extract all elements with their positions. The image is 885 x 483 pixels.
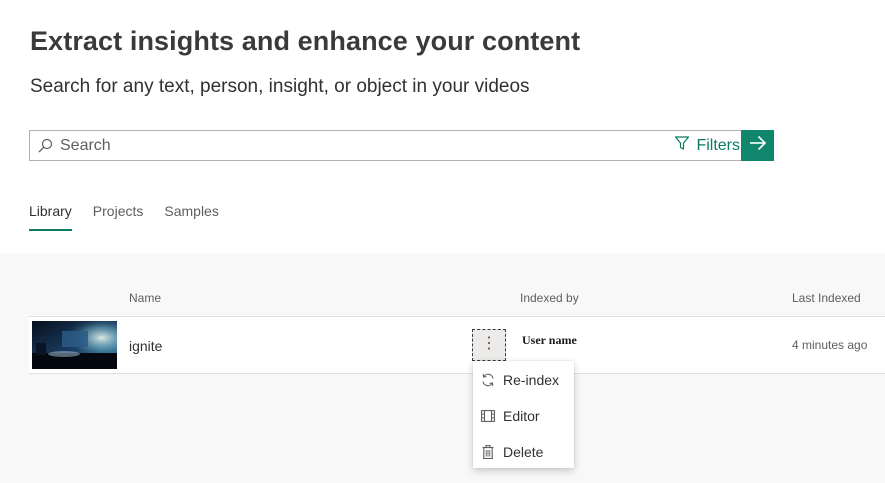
more-options-button[interactable] [472, 329, 506, 361]
filter-icon [674, 135, 690, 156]
refresh-icon [481, 373, 495, 387]
video-name[interactable]: ignite [129, 338, 162, 354]
indexed-by-user: User name [522, 333, 577, 347]
page-subtitle: Search for any text, person, insight, or… [30, 76, 530, 97]
menu-item-editor[interactable]: Editor [473, 398, 574, 434]
search-submit-button[interactable] [741, 130, 774, 161]
menu-item-delete[interactable]: Delete [473, 434, 574, 470]
menu-item-label: Delete [503, 444, 544, 460]
search-input[interactable] [60, 131, 660, 160]
filters-label: Filters [696, 136, 740, 154]
video-thumbnail[interactable] [32, 321, 117, 369]
search-icon [30, 131, 60, 160]
arrow-right-icon [749, 135, 767, 156]
column-header-last-indexed[interactable]: Last Indexed [792, 291, 861, 305]
tab-projects[interactable]: Projects [93, 203, 144, 231]
search-bar: Filters [29, 130, 774, 161]
filters-button[interactable]: Filters [674, 131, 740, 160]
film-icon [481, 409, 495, 423]
menu-item-label: Editor [503, 408, 540, 424]
tab-samples[interactable]: Samples [164, 203, 218, 231]
tab-library[interactable]: Library [29, 203, 72, 231]
video-list: Name Indexed by Last Indexed ignite User… [0, 253, 885, 483]
tab-list: Library Projects Samples [29, 203, 219, 231]
table-row[interactable]: ignite User name 4 minutes ago [29, 316, 885, 374]
column-header-name[interactable]: Name [129, 291, 161, 305]
column-header-indexed-by[interactable]: Indexed by [520, 291, 579, 305]
more-vertical-icon [487, 335, 491, 356]
trash-icon [481, 445, 495, 459]
page-title: Extract insights and enhance your conten… [30, 26, 581, 56]
last-indexed-time: 4 minutes ago [792, 338, 868, 352]
context-menu: Re-index Editor Delete [473, 361, 574, 468]
menu-item-label: Re-index [503, 372, 560, 388]
menu-item-reindex[interactable]: Re-index [473, 362, 574, 398]
